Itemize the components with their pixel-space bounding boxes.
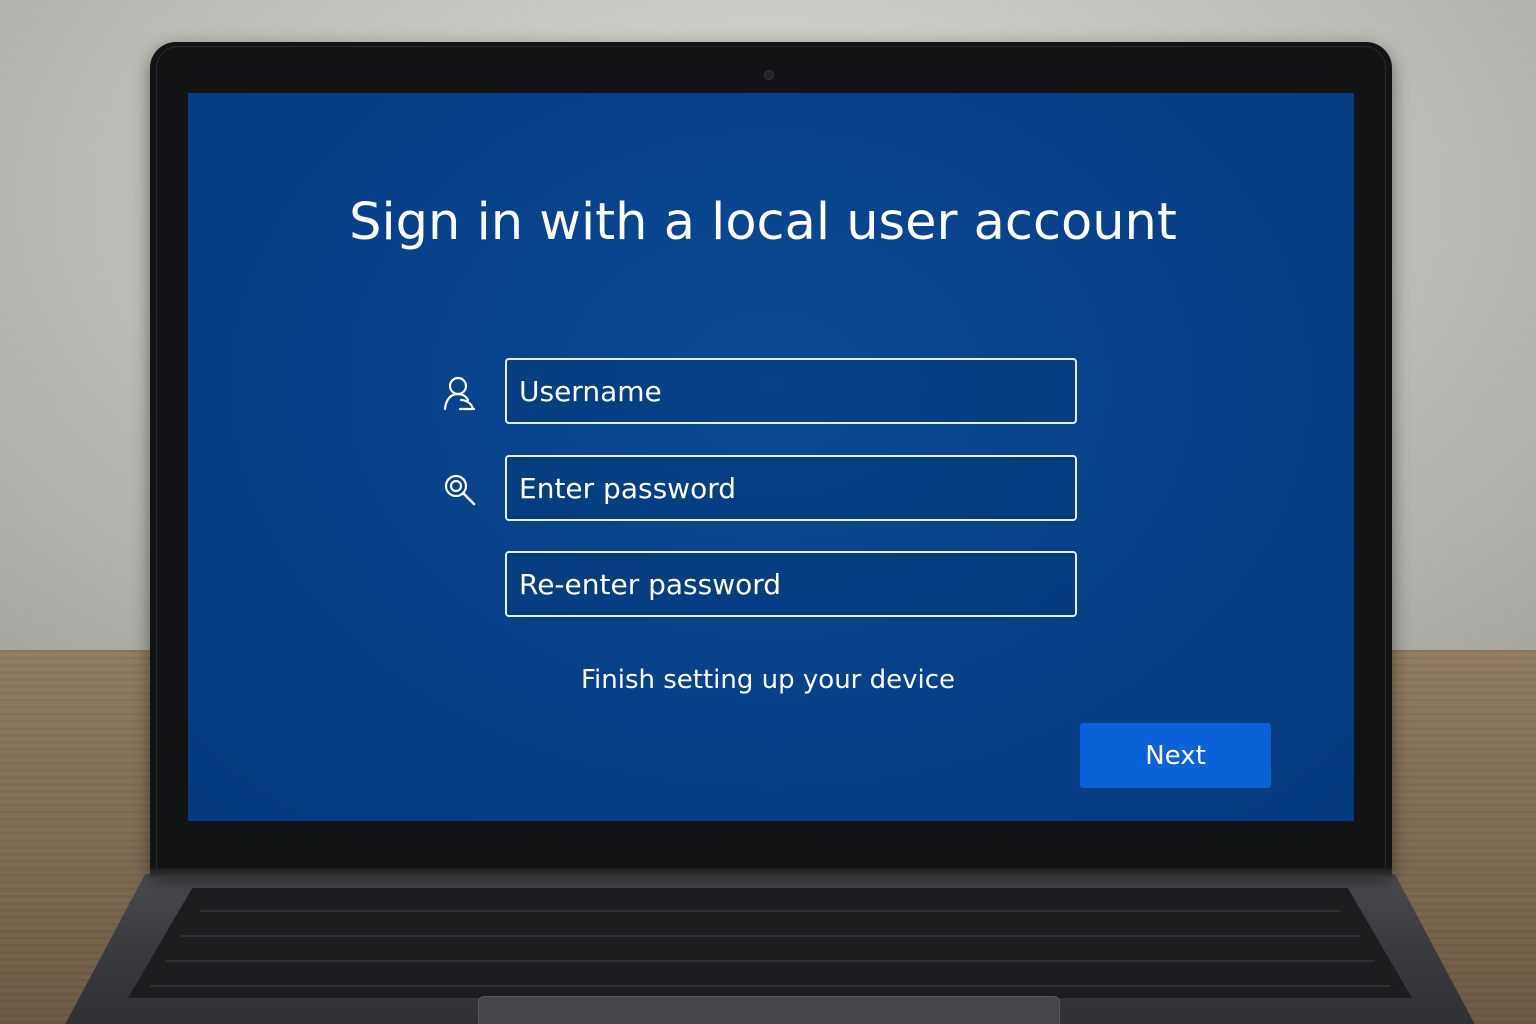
key-icon	[440, 471, 480, 511]
keyboard-row	[180, 935, 1360, 937]
keyboard-row	[200, 910, 1340, 912]
keyboard-row	[165, 960, 1375, 962]
laptop-hinge	[150, 868, 1392, 878]
page-title: Sign in with a local user account	[349, 193, 1177, 252]
setup-subtitle: Finish setting up your device	[580, 665, 956, 695]
user-icon	[440, 373, 480, 413]
password-field[interactable]	[505, 455, 1077, 521]
keyboard-row	[150, 985, 1390, 987]
setup-screen: Sign in with a local user account Finish…	[188, 93, 1354, 821]
username-field[interactable]	[505, 358, 1077, 424]
next-button[interactable]: Next	[1080, 723, 1271, 788]
trackpad	[478, 996, 1060, 1024]
webcam	[764, 70, 774, 80]
confirm-password-field[interactable]	[505, 551, 1077, 617]
keyboard	[128, 888, 1412, 998]
